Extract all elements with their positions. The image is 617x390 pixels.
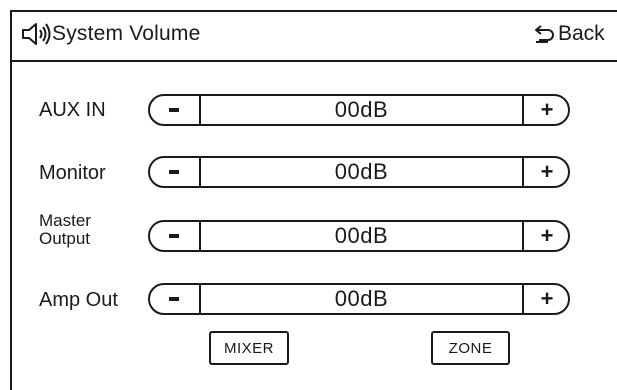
back-label: Back [558,22,605,45]
minus-icon [168,297,179,301]
master-output-label-line1: Master [39,211,91,230]
master-output-label-line2: Output [39,229,91,248]
amp-out-decrease-button[interactable] [148,283,201,315]
header-divider [12,60,617,62]
zone-button[interactable]: ZONE [431,331,510,365]
page-title: System Volume [52,22,201,45]
aux-in-increase-button[interactable]: + [522,94,570,126]
amp-out-volume-value: 00dB [334,286,389,311]
back-button[interactable]: Back [533,20,617,48]
master-output-volume-value: 00dB [334,223,389,248]
monitor-volume-value: 00dB [334,159,389,184]
amp-out-increase-button[interactable]: + [522,283,570,315]
mixer-button[interactable]: MIXER [209,331,289,365]
master-output-increase-button[interactable]: + [522,220,570,252]
minus-icon [168,170,179,174]
master-output-decrease-button[interactable] [148,220,201,252]
speaker-volume-icon [22,23,51,45]
monitor-increase-button[interactable]: + [522,156,570,188]
monitor-label: Monitor [39,162,106,184]
aux-in-volume-stepper: 00dB + [148,94,570,126]
minus-icon [168,234,179,238]
screen-frame [10,10,617,390]
monitor-volume-stepper: 00dB + [148,156,570,188]
minus-icon [168,108,179,112]
aux-in-label: AUX IN [39,99,106,121]
master-output-volume-stepper: 00dB + [148,220,570,252]
aux-in-decrease-button[interactable] [148,94,201,126]
monitor-decrease-button[interactable] [148,156,201,188]
master-output-label: Master Output [39,212,91,248]
return-arrow-icon [535,25,554,43]
aux-in-volume-value: 00dB [334,97,389,122]
amp-out-label: Amp Out [39,289,118,311]
amp-out-volume-stepper: 00dB + [148,283,570,315]
